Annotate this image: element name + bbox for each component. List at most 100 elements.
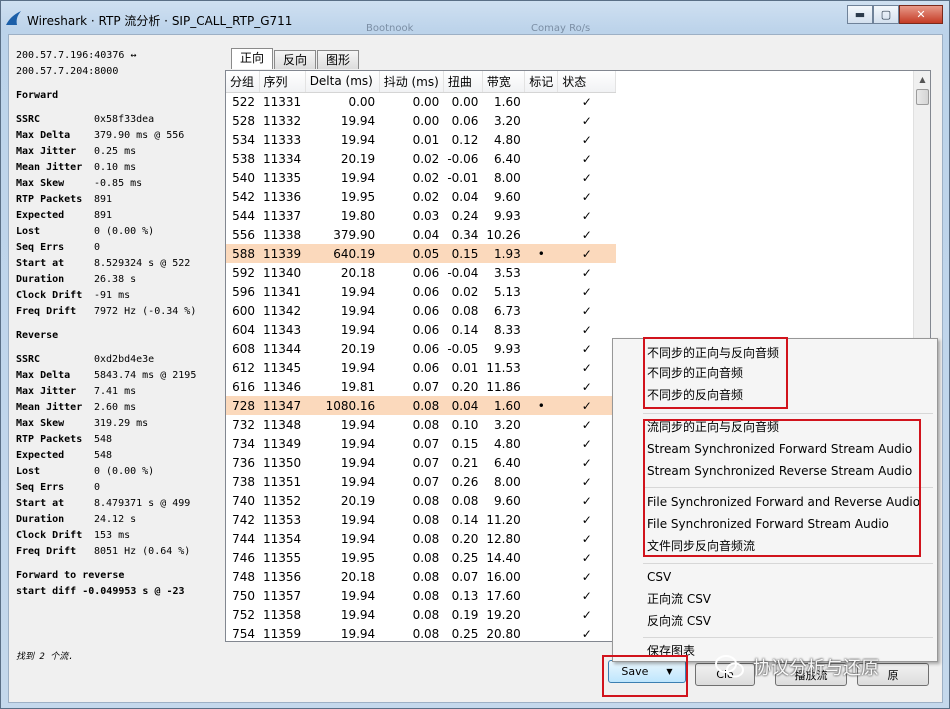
cell-marker	[525, 111, 558, 130]
forward-stat-row: RTP Packets 891	[16, 192, 226, 208]
table-row[interactable]: 600 11342 19.94 0.06 0.08 6.73 ✓	[226, 301, 616, 320]
cell-bandwidth: 8.00	[494, 474, 521, 489]
cell-skew: -0.01	[447, 170, 479, 185]
table-row[interactable]: 734 11349 19.94 0.07 0.15 4.80 ✓	[226, 434, 616, 453]
stat-label: Start at	[16, 258, 65, 269]
table-row[interactable]: 556 11338 379.90 0.04 0.34 10.26 ✓	[226, 225, 616, 244]
cell-packet: 732	[232, 417, 255, 432]
forward-stat-row: Max Skew -0.85 ms	[16, 176, 226, 192]
tab-forward[interactable]: 正向	[231, 48, 274, 69]
cell-delta: 19.94	[340, 607, 376, 622]
stat-label: Lost	[16, 466, 41, 477]
table-row[interactable]: 750 11357 19.94 0.08 0.13 17.60 ✓	[226, 586, 616, 605]
menu-item-csv[interactable]: CSV	[647, 567, 671, 587]
cell-status: ✓	[581, 189, 592, 204]
column-header-jitter[interactable]: 抖动 (ms)	[379, 71, 444, 93]
maximize-button[interactable]: ▢	[873, 5, 899, 24]
table-row[interactable]: 736 11350 19.94 0.07 0.21 6.40 ✓	[226, 453, 616, 472]
table-row[interactable]: 538 11334 20.19 0.02 -0.06 6.40 ✓	[226, 149, 616, 168]
cell-status: ✓	[581, 341, 592, 356]
table-row[interactable]: 754 11359 19.94 0.08 0.25 20.80 ✓	[226, 624, 616, 641]
table-row[interactable]: 528 11332 19.94 0.00 0.06 3.20 ✓	[226, 111, 616, 130]
annotation-box-sync	[643, 419, 921, 557]
table-row[interactable]: 604 11343 19.94 0.06 0.14 8.33 ✓	[226, 320, 616, 339]
table-row[interactable]: 752 11358 19.94 0.08 0.19 19.20 ✓	[226, 605, 616, 624]
table-row[interactable]: 588 11339 640.19 0.05 0.15 1.93 • ✓	[226, 244, 616, 263]
column-header-sequence[interactable]: 序列	[259, 71, 306, 93]
start-diff-label: Forward to reverse	[16, 570, 125, 581]
table-row[interactable]: 608 11344 20.19 0.06 -0.05 9.93 ✓	[226, 339, 616, 358]
table-row[interactable]: 522 11331 0.00 0.00 0.00 1.60 ✓	[226, 92, 616, 111]
table-row[interactable]: 744 11354 19.94 0.08 0.20 12.80 ✓	[226, 529, 616, 548]
stat-label: Seq Errs	[16, 242, 65, 253]
table-row[interactable]: 740 11352 20.19 0.08 0.08 9.60 ✓	[226, 491, 616, 510]
cell-delta: 20.18	[340, 569, 376, 584]
cell-bandwidth: 6.40	[494, 455, 521, 470]
stat-label: Expected	[16, 210, 65, 221]
table-row[interactable]: 544 11337 19.80 0.03 0.24 9.93 ✓	[226, 206, 616, 225]
tab-reverse[interactable]: 反向	[274, 50, 317, 69]
cell-jitter: 0.06	[412, 265, 440, 280]
cell-marker	[525, 206, 558, 225]
table-row[interactable]: 728 11347 1080.16 0.08 0.04 1.60 • ✓	[226, 396, 616, 415]
table-row[interactable]: 540 11335 19.94 0.02 -0.01 8.00 ✓	[226, 168, 616, 187]
close-icon: ✕	[916, 8, 926, 21]
reverse-stat-row: SSRC 0xd2bd4e3e	[16, 352, 226, 368]
menu-item-forward-csv[interactable]: 正向流 CSV	[647, 589, 711, 609]
cell-marker: •	[524, 396, 558, 415]
reverse-stat-row: Start at 8.479371 s @ 499	[16, 496, 226, 512]
reverse-stat-row: Lost 0 (0.00 %)	[16, 464, 226, 480]
table-row[interactable]: 746 11355 19.95 0.08 0.25 14.40 ✓	[226, 548, 616, 567]
cell-status: ✓	[581, 360, 592, 375]
table-row[interactable]: 612 11345 19.94 0.06 0.01 11.53 ✓	[226, 358, 616, 377]
menu-item-reverse-csv[interactable]: 反向流 CSV	[647, 611, 711, 631]
column-header-bandwidth[interactable]: 带宽	[482, 71, 526, 93]
table-row[interactable]: 748 11356 20.18 0.08 0.07 16.00 ✓	[226, 567, 616, 586]
cell-delta: 19.94	[340, 303, 376, 318]
cell-marker: •	[524, 244, 558, 263]
wechat-logo-icon	[715, 655, 744, 678]
reverse-stat-row: Freq Drift 8051 Hz (0.64 %)	[16, 544, 226, 560]
table-row[interactable]: 592 11340 20.18 0.06 -0.04 3.53 ✓	[226, 263, 616, 282]
column-header-status[interactable]: 状态	[557, 71, 617, 93]
table-row[interactable]: 534 11333 19.94 0.01 0.12 4.80 ✓	[226, 130, 616, 149]
column-header-marker[interactable]: 标记	[524, 71, 559, 93]
stat-value: 0.10 ms	[94, 162, 137, 173]
cell-skew: 0.14	[451, 322, 479, 337]
cell-status: ✓	[581, 151, 592, 166]
cell-jitter: 0.06	[412, 303, 440, 318]
cell-delta: 19.94	[340, 170, 376, 185]
cell-marker	[525, 149, 558, 168]
scrollbar-thumb[interactable]	[916, 89, 929, 105]
stat-label: Max Delta	[16, 130, 71, 141]
column-header-skew[interactable]: 扭曲	[443, 71, 483, 93]
table-row[interactable]: 732 11348 19.94 0.08 0.10 3.20 ✓	[226, 415, 616, 434]
scroll-up-arrow-icon[interactable]: ▲	[914, 71, 930, 88]
table-row[interactable]: 742 11353 19.94 0.08 0.14 11.20 ✓	[226, 510, 616, 529]
cell-bandwidth: 11.53	[486, 360, 521, 375]
cell-jitter: 0.08	[412, 569, 440, 584]
table-row[interactable]: 542 11336 19.95 0.02 0.04 9.60 ✓	[226, 187, 616, 206]
cell-sequence: 11339	[259, 244, 306, 263]
reverse-stat-row: Clock Drift 153 ms	[16, 528, 226, 544]
tab-graph[interactable]: 图形	[317, 50, 360, 69]
column-header-delta[interactable]: Delta (ms)	[305, 71, 380, 93]
stat-label: Clock Drift	[16, 290, 83, 301]
cell-marker	[525, 415, 558, 434]
cell-delta: 1080.16	[305, 396, 380, 415]
cell-skew: 0.06	[451, 113, 479, 128]
cell-jitter: 0.06	[412, 360, 440, 375]
table-row[interactable]: 596 11341 19.94 0.06 0.02 5.13 ✓	[226, 282, 616, 301]
minimize-button[interactable]: ▬	[847, 5, 873, 24]
table-row[interactable]: 738 11351 19.94 0.07 0.26 8.00 ✓	[226, 472, 616, 491]
cell-packet: 754	[232, 626, 255, 641]
close-window-button[interactable]: ✕	[899, 5, 943, 24]
title-bar[interactable]: Wireshark · RTP 流分析 · SIP_CALL_RTP_G711 …	[1, 1, 949, 34]
column-header-packet[interactable]: 分组	[226, 71, 260, 93]
cell-jitter: 0.08	[379, 396, 444, 415]
cell-skew: 0.25	[451, 626, 479, 641]
cell-delta: 0.00	[348, 94, 376, 109]
menu-separator	[643, 637, 933, 638]
annotation-box-unsync	[643, 337, 788, 409]
table-row[interactable]: 616 11346 19.81 0.07 0.20 11.86 ✓	[226, 377, 616, 396]
